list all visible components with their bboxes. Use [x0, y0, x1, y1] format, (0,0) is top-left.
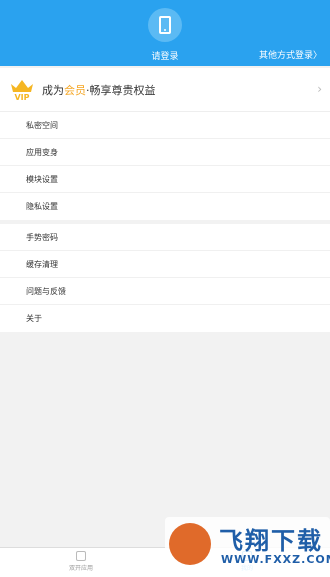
apps-icon [76, 551, 86, 561]
svg-text:VIP: VIP [14, 93, 29, 102]
menu-item-cache-clear[interactable]: 缓存清理 [0, 251, 330, 278]
other-login-link[interactable]: 其他方式登录〉 [259, 48, 322, 61]
menu-item-private-space[interactable]: 私密空间 [0, 112, 330, 139]
watermark: 飞翔下载 WWW.FXXZ.COM [165, 517, 330, 573]
watermark-logo-icon [169, 523, 211, 565]
menu-item-gesture-password[interactable]: 手势密码 [0, 224, 330, 251]
avatar[interactable] [148, 8, 182, 42]
watermark-title: 飞翔下载 [219, 527, 323, 555]
vip-row[interactable]: VIP 成为会员·畅享尊贵权益 › [0, 68, 330, 112]
watermark-url: WWW.FXXZ.COM [221, 553, 330, 566]
vip-promo-text: 成为会员·畅享尊贵权益 [42, 84, 156, 97]
vip-card: VIP 成为会员·畅享尊贵权益 › [0, 68, 330, 112]
vip-crown-icon: VIP [11, 80, 33, 102]
menu-item-feedback[interactable]: 问题与反馈 [0, 278, 330, 305]
menu-item-app-disguise[interactable]: 应用变身 [0, 139, 330, 166]
header: 请登录 其他方式登录〉 [0, 0, 330, 66]
menu-group-1: 私密空间 应用变身 模块设置 隐私设置 [0, 112, 330, 220]
menu-item-about[interactable]: 关于 [0, 305, 330, 332]
menu-item-module-settings[interactable]: 模块设置 [0, 166, 330, 193]
tab-dual-apps[interactable]: 双开应用 [56, 551, 106, 572]
menu-item-privacy-settings[interactable]: 隐私设置 [0, 193, 330, 220]
chevron-right-icon: › [317, 82, 322, 96]
phone-icon [159, 16, 171, 34]
menu-group-2: 手势密码 缓存清理 问题与反馈 关于 [0, 224, 330, 332]
